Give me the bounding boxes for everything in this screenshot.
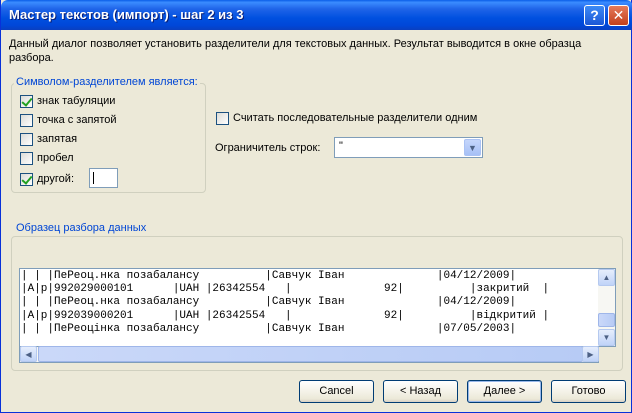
- other-delimiter-input[interactable]: [89, 168, 118, 188]
- cancel-button[interactable]: Cancel: [299, 380, 374, 403]
- text-qualifier-label: Ограничитель строк:: [215, 142, 321, 154]
- comma-delimiter-label: запятая: [37, 133, 78, 145]
- preview-line: |А|р|992039000201 |UAH |26342554 | 92| |…: [21, 309, 550, 322]
- preview-line: |А|р|992029000101 |UAH |26342554 | 92| |…: [21, 283, 550, 296]
- checkbox-box[interactable]: [20, 151, 33, 165]
- other-delimiter-checkbox[interactable]: другой:: [20, 172, 74, 186]
- tab-delimiter-checkbox[interactable]: знак табуляции: [20, 94, 115, 108]
- semicolon-delimiter-label: точка с запятой: [37, 114, 117, 126]
- other-delimiter-label: другой:: [37, 173, 75, 185]
- chevron-down-icon[interactable]: ▼: [464, 139, 481, 156]
- space-delimiter-checkbox[interactable]: пробел: [20, 151, 74, 165]
- checkbox-box[interactable]: [20, 172, 33, 186]
- preview-line: | | |ПеРеоц.нка позабалансу |Савчук Іван…: [21, 270, 517, 282]
- preview-line: | | |ПеРеоц.нка позабалансу |Савчук Іван…: [21, 296, 517, 309]
- scroll-up-icon[interactable]: ▲: [598, 269, 615, 286]
- checkbox-box[interactable]: [20, 113, 33, 127]
- back-button[interactable]: < Назад: [383, 380, 458, 403]
- space-delimiter-label: пробел: [37, 152, 74, 164]
- consecutive-delimiters-label: Считать последовательные разделители одн…: [233, 112, 478, 124]
- preview-lines: | | |ПеРеоц.нка позабалансу |Савчук Іван…: [21, 270, 599, 346]
- preview-group-label: Образец разбора данных: [14, 222, 149, 234]
- checkbox-box[interactable]: [20, 132, 33, 146]
- dialog-description: Данный диалог позволяет установить разде…: [9, 38, 582, 64]
- consecutive-delimiters-checkbox[interactable]: Считать последовательные разделители одн…: [216, 111, 477, 125]
- comma-delimiter-checkbox[interactable]: запятая: [20, 132, 77, 146]
- vertical-scrollbar[interactable]: ▲ ▼: [598, 269, 615, 346]
- scroll-right-icon[interactable]: ▶: [582, 346, 599, 362]
- text-caret: [93, 172, 94, 184]
- vertical-scroll-thumb[interactable]: [598, 313, 615, 327]
- scrollbar-corner: [599, 347, 616, 363]
- help-icon: ?: [590, 7, 599, 23]
- horizontal-scrollbar[interactable]: ◀ ▶: [19, 346, 599, 363]
- close-icon: ✕: [612, 7, 625, 23]
- import-wizard-dialog: Мастер текстов (импорт) - шаг 2 из 3 ? ✕…: [0, 0, 632, 413]
- preview-line: | | |ПеРеоцінка позабалансу |Савчук Іван…: [21, 322, 517, 335]
- scroll-down-icon[interactable]: ▼: [598, 329, 615, 346]
- scroll-left-icon[interactable]: ◀: [20, 346, 37, 362]
- finish-button[interactable]: Готово: [551, 380, 626, 403]
- text-qualifier-value: ": [339, 140, 343, 152]
- horizontal-scroll-thumb[interactable]: [38, 346, 583, 362]
- help-button[interactable]: ?: [584, 5, 605, 26]
- tab-delimiter-label: знак табуляции: [37, 95, 116, 107]
- semicolon-delimiter-checkbox[interactable]: точка с запятой: [20, 113, 117, 127]
- checkbox-box[interactable]: [216, 111, 229, 125]
- delimiters-group-label: Символом-разделителем является:: [14, 76, 200, 88]
- title-bar[interactable]: Мастер текстов (импорт) - шаг 2 из 3 ? ✕: [1, 0, 632, 30]
- text-qualifier-select[interactable]: " ▼: [334, 137, 483, 158]
- next-button[interactable]: Далее >: [467, 380, 542, 403]
- window-title: Мастер текстов (импорт) - шаг 2 из 3: [9, 7, 244, 22]
- checkbox-box[interactable]: [20, 94, 33, 108]
- data-preview-area[interactable]: | | |ПеРеоц.нка позабалансу |Савчук Іван…: [19, 268, 616, 347]
- close-button[interactable]: ✕: [608, 5, 629, 26]
